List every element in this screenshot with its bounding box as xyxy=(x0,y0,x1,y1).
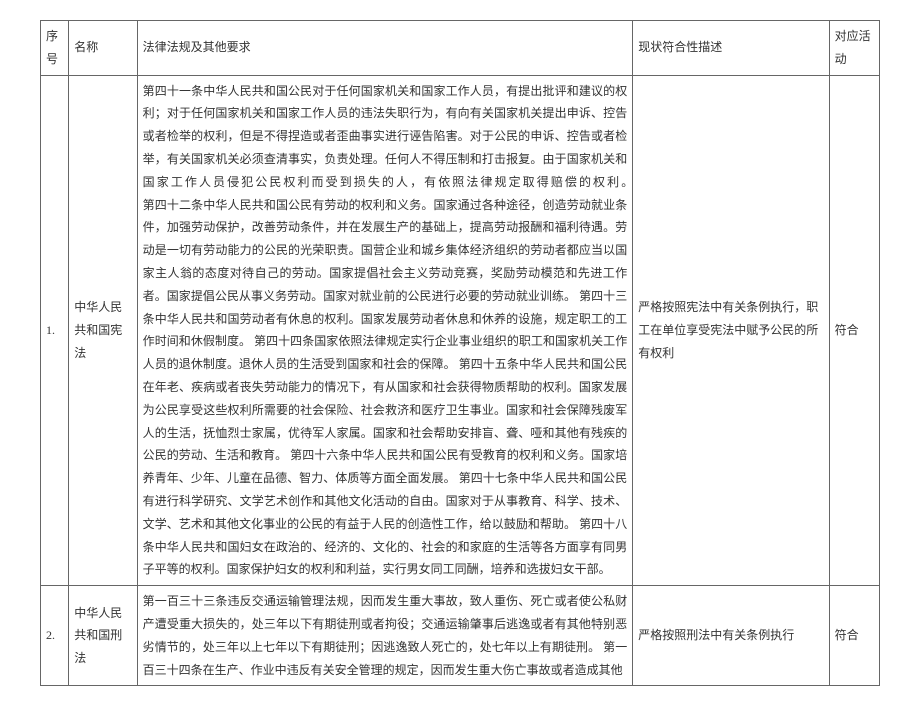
cell-status: 严格按照宪法中有关条例执行，职工在单位享受宪法中赋予公民的所有权利 xyxy=(633,75,829,586)
header-req: 法律法规及其他要求 xyxy=(137,21,633,76)
header-seq: 序号 xyxy=(41,21,69,76)
cell-name: 中华人民共和国宪法 xyxy=(69,75,137,586)
regulations-table: 序号 名称 法律法规及其他要求 现状符合性描述 对应活动 1. 中华人民共和国宪… xyxy=(40,20,880,686)
cell-name: 中华人民共和国刑法 xyxy=(69,586,137,686)
cell-act: 符合 xyxy=(829,75,879,586)
cell-seq: 1. xyxy=(41,75,69,586)
cell-req: 第四十一条中华人民共和国公民对于任何国家机关和国家工作人员，有提出批评和建议的权… xyxy=(137,75,633,586)
cell-req: 第一百三十三条违反交通运输管理法规，因而发生重大事故，致人重伤、死亡或者使公私财… xyxy=(137,586,633,686)
cell-seq: 2. xyxy=(41,586,69,686)
table-header-row: 序号 名称 法律法规及其他要求 现状符合性描述 对应活动 xyxy=(41,21,880,76)
cell-act: 符合 xyxy=(829,586,879,686)
cell-status: 严格按照刑法中有关条例执行 xyxy=(633,586,829,686)
header-act: 对应活动 xyxy=(829,21,879,76)
table-row: 2. 中华人民共和国刑法 第一百三十三条违反交通运输管理法规，因而发生重大事故，… xyxy=(41,586,880,686)
header-status: 现状符合性描述 xyxy=(633,21,829,76)
table-row: 1. 中华人民共和国宪法 第四十一条中华人民共和国公民对于任何国家机关和国家工作… xyxy=(41,75,880,586)
header-name: 名称 xyxy=(69,21,137,76)
